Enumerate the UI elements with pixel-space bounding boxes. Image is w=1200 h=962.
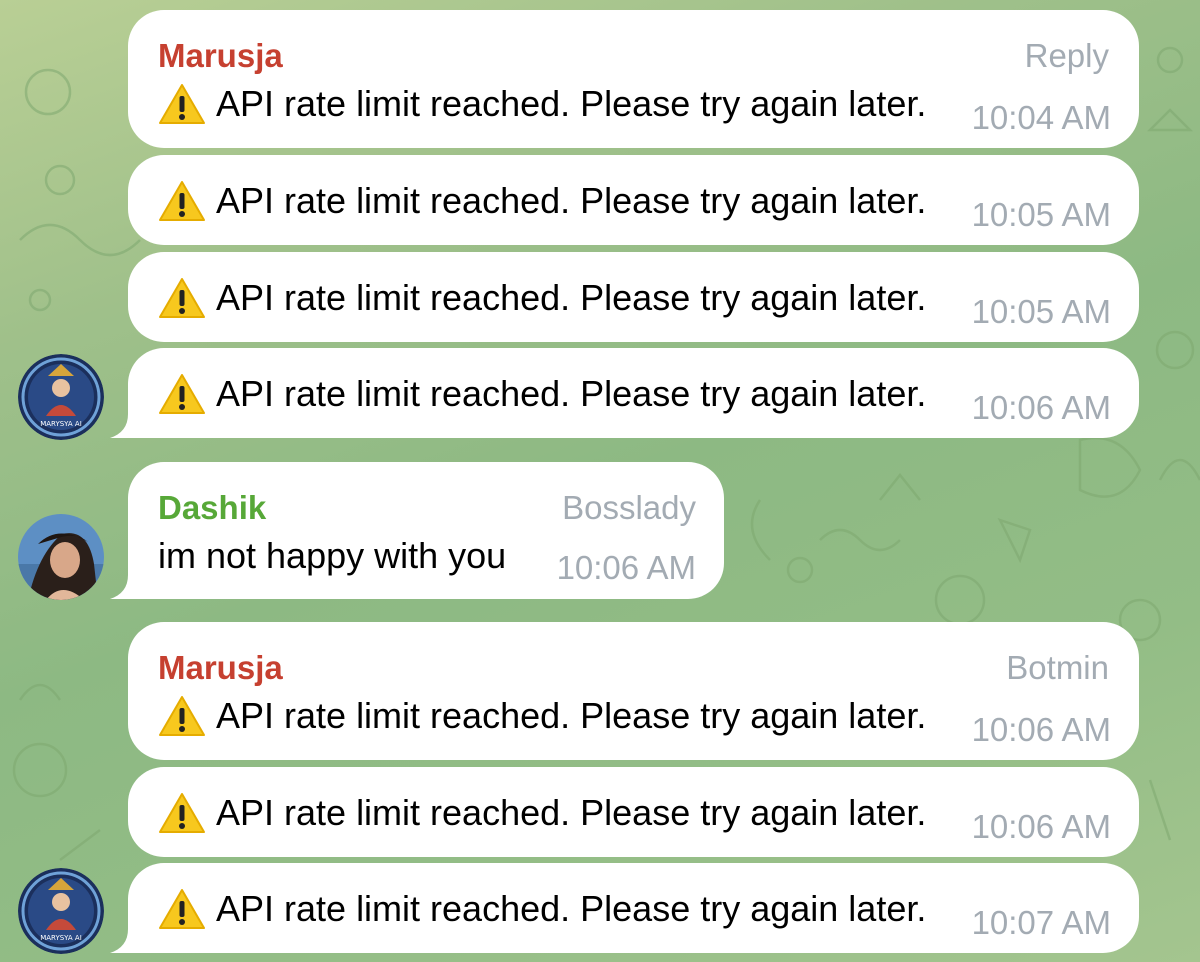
marusja-avatar[interactable]: MARYSYA AI — [18, 354, 104, 440]
warning-icon — [159, 374, 205, 414]
message-text-content: im not happy with you — [158, 535, 507, 576]
message-text: API rate limit reached. Please try again… — [158, 179, 926, 223]
sender-role: Bosslady — [562, 489, 696, 526]
message-text: API rate limit reached. Please try again… — [158, 694, 926, 738]
message-time: 10:06 AM — [971, 711, 1111, 748]
message-bubble[interactable]: API rate limit reached. Please try again… — [128, 155, 1139, 245]
warning-icon — [159, 181, 205, 221]
message-text-content: API rate limit reached. Please try again… — [216, 277, 927, 318]
message-time: 10:05 AM — [971, 196, 1111, 233]
message-text-content: API rate limit reached. Please try again… — [216, 888, 927, 929]
marusja-avatar[interactable]: MARYSYA AI — [18, 868, 104, 954]
message-text-content: API rate limit reached. Please try again… — [216, 695, 927, 736]
dashik-avatar[interactable] — [18, 514, 104, 600]
warning-icon — [159, 84, 205, 124]
bubble-tail — [110, 414, 134, 438]
message-time: 10:06 AM — [971, 808, 1111, 845]
message-time: 10:06 AM — [556, 549, 696, 586]
sender-name[interactable]: Dashik — [158, 488, 266, 528]
message-text: API rate limit reached. Please try again… — [158, 791, 926, 835]
warning-icon — [159, 278, 205, 318]
message-text: API rate limit reached. Please try again… — [158, 276, 926, 320]
message-text: API rate limit reached. Please try again… — [158, 82, 926, 126]
avatar-caption: MARYSYA AI — [40, 934, 82, 942]
sender-name[interactable]: Marusja — [158, 36, 283, 76]
message-bubble[interactable]: API rate limit reached. Please try again… — [110, 348, 1139, 438]
message-bubble[interactable]: Dashik Bosslady im not happy with you 10… — [110, 462, 724, 599]
message-time: 10:07 AM — [971, 904, 1111, 941]
message-text: API rate limit reached. Please try again… — [158, 372, 926, 416]
sender-name[interactable]: Marusja — [158, 648, 283, 688]
message-text: im not happy with you — [158, 534, 506, 578]
warning-icon — [159, 889, 205, 929]
message-bubble[interactable]: API rate limit reached. Please try again… — [110, 863, 1139, 953]
message-text-content: API rate limit reached. Please try again… — [216, 83, 927, 124]
message-text-content: API rate limit reached. Please try again… — [216, 180, 927, 221]
message-time: 10:06 AM — [971, 389, 1111, 426]
sender-role: Reply — [1024, 37, 1109, 74]
message-bubble[interactable]: API rate limit reached. Please try again… — [128, 252, 1139, 342]
message-time: 10:04 AM — [971, 99, 1111, 136]
message-time: 10:05 AM — [971, 293, 1111, 330]
warning-icon — [159, 696, 205, 736]
bubble-tail — [110, 929, 134, 953]
bubble-tail — [110, 575, 134, 599]
message-text-content: API rate limit reached. Please try again… — [216, 373, 927, 414]
message-text-content: API rate limit reached. Please try again… — [216, 792, 927, 833]
message-text: API rate limit reached. Please try again… — [158, 887, 926, 931]
message-bubble[interactable]: Marusja Botmin API rate limit reached. P… — [128, 622, 1139, 760]
message-bubble[interactable]: API rate limit reached. Please try again… — [128, 767, 1139, 857]
message-bubble[interactable]: Marusja Reply API rate limit reached. Pl… — [128, 10, 1139, 148]
sender-role: Botmin — [1006, 649, 1109, 686]
warning-icon — [159, 793, 205, 833]
avatar-caption: MARYSYA AI — [40, 420, 82, 428]
